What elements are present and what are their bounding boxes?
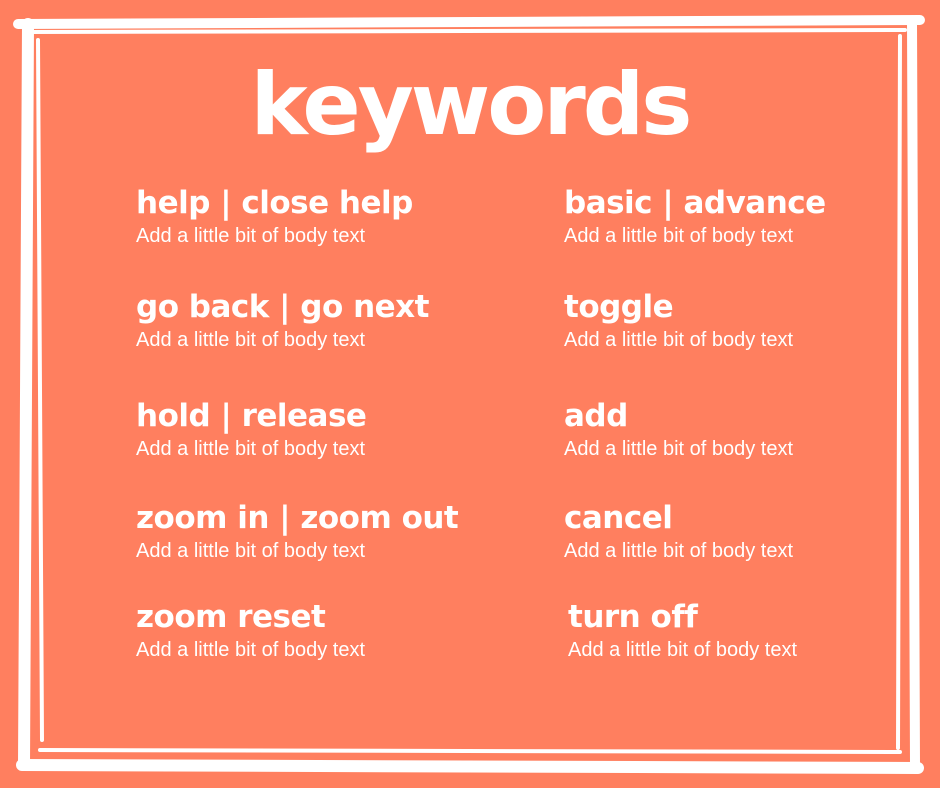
keyword-body-text: Add a little bit of body text [568,639,798,661]
page-title: keywords [250,55,693,155]
keyword-label: zoom in | zoom out [136,500,459,536]
keyword-label: hold | release [136,398,367,434]
keyword-body-text: Add a little bit of body text [564,438,794,460]
keyword-item: zoom in | zoom out Add a little bit of b… [136,500,459,562]
keyword-label: go back | go next [136,289,429,325]
keyword-label: turn off [568,599,698,635]
keyword-item: basic | advance Add a little bit of body… [564,185,826,247]
keyword-item: go back | go next Add a little bit of bo… [136,289,429,351]
keyword-item: cancel Add a little bit of body text [564,500,794,562]
keyword-item: hold | release Add a little bit of body … [136,398,367,460]
keyword-item: help | close help Add a little bit of bo… [136,185,413,247]
keyword-body-text: Add a little bit of body text [564,329,794,351]
keyword-body-text: Add a little bit of body text [136,329,366,351]
keyword-body-text: Add a little bit of body text [564,540,794,562]
keyword-label: toggle [564,289,674,325]
keyword-label: basic | advance [564,185,826,221]
keyword-body-text: Add a little bit of body text [136,438,366,460]
keyword-body-text: Add a little bit of body text [564,225,794,247]
keyword-label: add [564,398,628,434]
keyword-body-text: Add a little bit of body text [136,639,366,661]
keyword-label: cancel [564,500,673,536]
keyword-item: zoom reset Add a little bit of body text [136,599,366,661]
keyword-item: turn off Add a little bit of body text [568,599,798,661]
keyword-label: zoom reset [136,599,326,635]
keyword-body-text: Add a little bit of body text [136,540,366,562]
keyword-item: add Add a little bit of body text [564,398,794,460]
keyword-item: toggle Add a little bit of body text [564,289,794,351]
keyword-label: help | close help [136,185,413,221]
keyword-body-text: Add a little bit of body text [136,225,366,247]
